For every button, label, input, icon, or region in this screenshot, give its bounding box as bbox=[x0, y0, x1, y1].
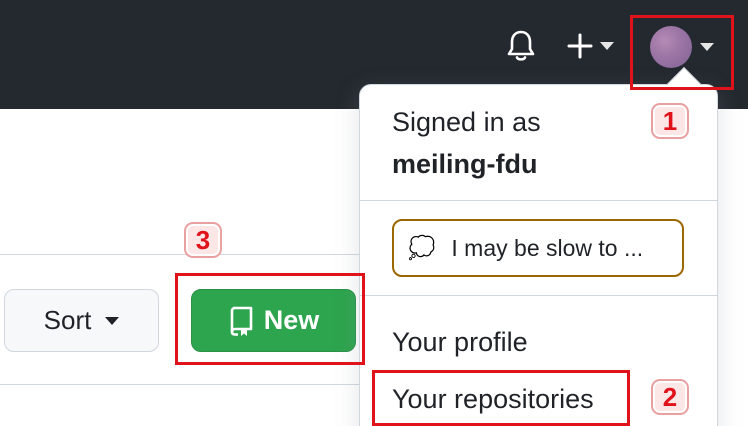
step-badge-1: 1 bbox=[651, 103, 689, 139]
divider bbox=[0, 254, 360, 255]
caret-down-icon bbox=[600, 42, 614, 50]
annotation-box-your-repositories bbox=[372, 370, 630, 426]
sort-button-label: Sort bbox=[43, 305, 92, 335]
thought-bubble-icon: 💭 bbox=[408, 235, 436, 260]
annotation-box-new-button bbox=[175, 273, 365, 365]
caret-down-icon bbox=[105, 316, 120, 325]
menu-divider bbox=[360, 200, 717, 201]
annotation-box-avatar bbox=[630, 15, 734, 90]
divider bbox=[0, 384, 360, 385]
sort-button[interactable]: Sort bbox=[4, 289, 159, 352]
notifications-button[interactable] bbox=[503, 28, 539, 64]
create-new-dropdown[interactable] bbox=[566, 28, 614, 64]
set-status-button[interactable]: 💭 I may be slow to ... bbox=[392, 219, 684, 277]
step-badge-2: 2 bbox=[651, 379, 689, 415]
menu-divider bbox=[360, 295, 717, 296]
username: meiling-fdu bbox=[392, 149, 538, 179]
page: Sort New Signed in as meiling-fdu 💭 I ma… bbox=[0, 0, 748, 426]
bell-icon bbox=[507, 30, 535, 61]
step-badge-3: 3 bbox=[184, 222, 222, 258]
menu-item-your-profile[interactable]: Your profile bbox=[392, 327, 528, 358]
status-text: I may be slow to ... bbox=[451, 234, 644, 261]
signed-in-label: Signed in as bbox=[392, 107, 541, 137]
plus-icon bbox=[567, 33, 593, 59]
